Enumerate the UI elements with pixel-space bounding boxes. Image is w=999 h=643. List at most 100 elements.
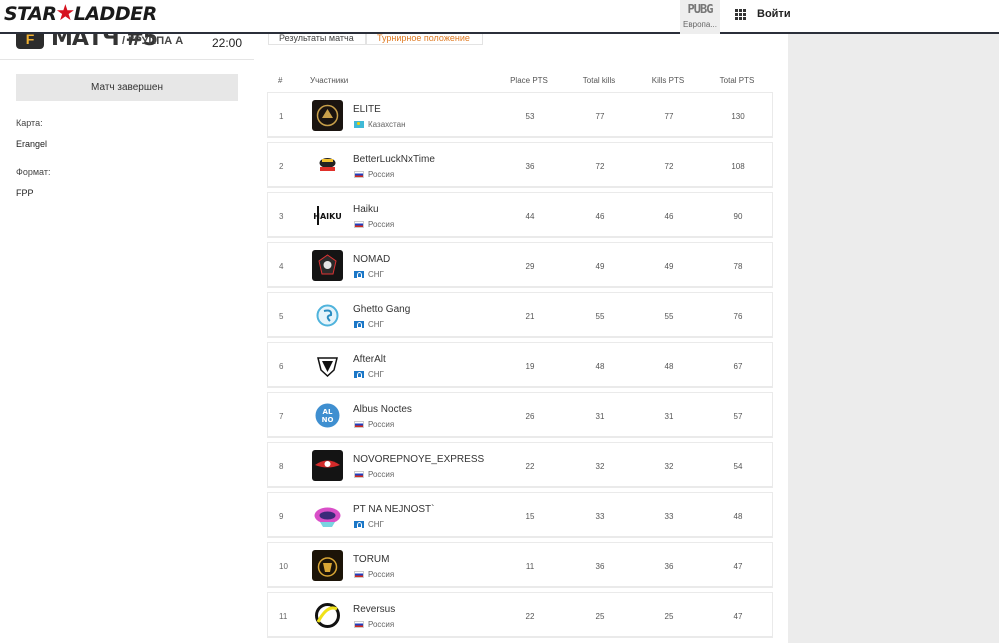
elite-logo[interactable]	[312, 100, 343, 131]
place-pts: 53	[525, 112, 535, 121]
total-kills: 77	[595, 112, 605, 121]
total-pts: 47	[733, 612, 743, 621]
table-row[interactable]: 6 AfterAlt СНГ 19 48 48 67	[267, 342, 773, 388]
total-kills: 55	[595, 312, 605, 321]
table-row[interactable]: 3 HAIKU Haiku Россия 44 46 46 90	[267, 192, 773, 238]
reversus-logo[interactable]	[312, 600, 343, 631]
team-name[interactable]: PT NA NEJNOSТ`	[353, 504, 435, 515]
total-kills: 72	[595, 162, 605, 171]
game-selector[interactable]: PUBG Европа...	[680, 0, 720, 34]
total-kills: 49	[595, 262, 605, 271]
team-name[interactable]: NOMAD	[353, 254, 390, 265]
col-header-kills-pts[interactable]: Kills PTS	[638, 76, 698, 85]
col-header-participants: Участники	[310, 76, 349, 85]
place-pts: 22	[525, 612, 535, 621]
tab-match-results[interactable]: Результаты матча	[268, 34, 366, 45]
total-kills: 25	[595, 612, 605, 621]
team-name[interactable]: Reversus	[353, 604, 395, 615]
total-pts: 47	[733, 562, 743, 571]
total-pts: 130	[731, 112, 745, 121]
ghetto-gang-logo[interactable]	[312, 300, 343, 331]
star-icon: ★	[55, 1, 76, 26]
total-kills: 31	[595, 412, 605, 421]
kills-pts: 55	[664, 312, 674, 321]
match-status-button[interactable]: Матч завершен	[16, 74, 238, 101]
starladder-logo[interactable]: STAR★LADDER	[4, 2, 157, 26]
pt-na-nejnost-logo[interactable]	[312, 500, 343, 531]
afteralt-logo[interactable]	[312, 350, 343, 381]
team-country: Россия	[368, 620, 395, 629]
place-pts: 29	[525, 262, 535, 271]
table-row[interactable]: 9 PT NA NEJNOSТ` СНГ 15 33 33 48	[267, 492, 773, 538]
table-row[interactable]: 5 Ghetto Gang СНГ 21 55 55 76	[267, 292, 773, 338]
game-region: Европа...	[683, 20, 717, 29]
kills-pts: 49	[664, 262, 674, 271]
table-row[interactable]: 2 BetterLuckNxTime Россия 36 72 72 108	[267, 142, 773, 188]
novorepnoye-logo[interactable]	[312, 450, 343, 481]
team-name[interactable]: TORUM	[353, 554, 389, 565]
stage-badge: F	[16, 34, 44, 49]
team-country: СНГ	[368, 370, 384, 379]
row-rank: 1	[279, 112, 284, 121]
haiku-logo[interactable]: HAIKU	[312, 200, 343, 231]
team-name[interactable]: AfterAlt	[353, 354, 386, 365]
flag-cis-icon	[354, 521, 364, 528]
table-row[interactable]: 4 NOMAD СНГ 29 49 49 78	[267, 242, 773, 288]
apps-grid-icon[interactable]	[735, 9, 746, 20]
row-rank: 6	[279, 362, 284, 371]
place-pts: 19	[525, 362, 535, 371]
col-header-place-pts[interactable]: Place PTS	[499, 76, 559, 85]
game-name: PUBG	[687, 2, 714, 16]
flag-cis-icon	[354, 321, 364, 328]
total-kills: 36	[595, 562, 605, 571]
team-name[interactable]: ELITE	[353, 104, 381, 115]
team-country: Россия	[368, 170, 395, 179]
match-group: / ГРУППА А	[122, 35, 184, 47]
table-row[interactable]: 10 TORUM Россия 11 36 36 47	[267, 542, 773, 588]
team-name[interactable]: Albus Noctes	[353, 404, 412, 415]
torum-logo[interactable]	[312, 550, 343, 581]
flag-ru-icon	[354, 471, 364, 478]
flag-cis-icon	[354, 271, 364, 278]
col-header-total-kills[interactable]: Total kills	[569, 76, 629, 85]
team-country: СНГ	[368, 270, 384, 279]
team-name[interactable]: Haiku	[353, 204, 379, 215]
match-header: F МАТЧ #5 / ГРУППА А 22:00	[0, 34, 254, 60]
total-pts: 54	[733, 462, 743, 471]
tab-tournament-standings[interactable]: Турнирное положение	[366, 34, 483, 45]
nomad-logo[interactable]	[312, 250, 343, 281]
kills-pts: 25	[664, 612, 674, 621]
team-country: Казахстан	[368, 120, 406, 129]
top-bar: STAR★LADDER PUBG Европа... Войти	[0, 0, 999, 34]
place-pts: 44	[525, 212, 535, 221]
row-rank: 4	[279, 262, 284, 271]
kills-pts: 31	[664, 412, 674, 421]
col-header-num: #	[278, 76, 283, 85]
place-pts: 21	[525, 312, 535, 321]
kills-pts: 72	[664, 162, 674, 171]
team-name[interactable]: NOVOREPNOYE_EXPRESS	[353, 454, 484, 465]
match-time: 22:00	[212, 36, 243, 50]
table-row[interactable]: 1 ELITE Казахстан 53 77 77 130	[267, 92, 773, 138]
table-row[interactable]: 8 NOVOREPNOYE_EXPRESS Россия 22 32 32 54	[267, 442, 773, 488]
table-row[interactable]: 7 AL NO Albus Noctes Россия 26 31 31 57	[267, 392, 773, 438]
table-row[interactable]: 11 Reversus Россия 22 25 25 47	[267, 592, 773, 638]
betterluck-logo[interactable]	[312, 150, 343, 181]
col-header-total-pts[interactable]: Total PTS	[707, 76, 767, 85]
format-label: Формат:	[16, 167, 51, 177]
flag-ru-icon	[354, 571, 364, 578]
team-country: Россия	[368, 470, 395, 479]
login-link[interactable]: Войти	[757, 8, 791, 20]
team-name[interactable]: BetterLuckNxTime	[353, 154, 435, 165]
flag-ru-icon	[354, 221, 364, 228]
total-pts: 67	[733, 362, 743, 371]
total-pts: 78	[733, 262, 743, 271]
team-name[interactable]: Ghetto Gang	[353, 304, 410, 315]
albus-noctes-logo[interactable]: AL NO	[312, 400, 343, 431]
team-country: Россия	[368, 220, 395, 229]
format-value: FPP	[16, 188, 34, 198]
total-kills: 46	[595, 212, 605, 221]
total-kills: 48	[595, 362, 605, 371]
total-kills: 32	[595, 462, 605, 471]
total-kills: 33	[595, 512, 605, 521]
